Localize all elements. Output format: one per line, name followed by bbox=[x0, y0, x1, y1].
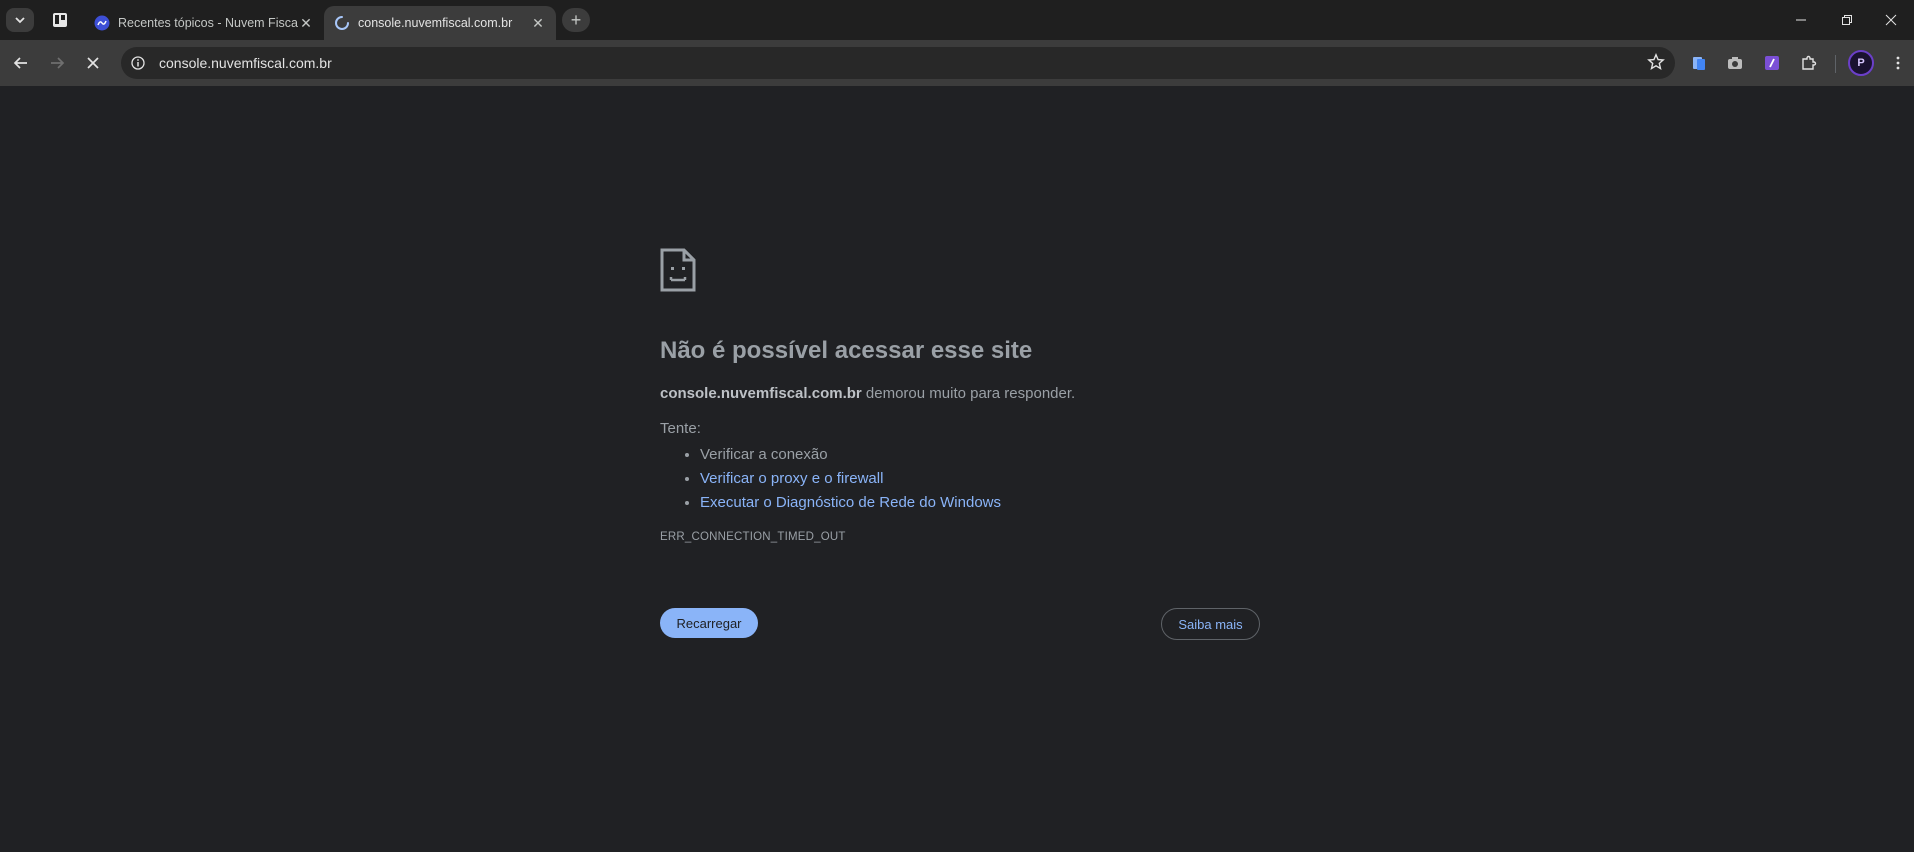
back-button[interactable] bbox=[5, 47, 37, 79]
error-container: Não é possível acessar esse site console… bbox=[660, 248, 1260, 543]
minimize-button[interactable] bbox=[1778, 0, 1824, 40]
restore-icon bbox=[1842, 15, 1852, 25]
suggestion-item: Verificar a conexão bbox=[700, 443, 1260, 467]
arrow-left-icon bbox=[13, 57, 27, 69]
close-window-button[interactable] bbox=[1868, 0, 1914, 40]
minimize-icon bbox=[1796, 19, 1806, 21]
error-summary: console.nuvemfiscal.com.br demorou muito… bbox=[660, 385, 1260, 402]
restore-button[interactable] bbox=[1824, 0, 1870, 40]
stop-loading-button[interactable] bbox=[77, 47, 109, 79]
learn-more-button[interactable]: Saiba mais bbox=[1161, 608, 1260, 640]
extension-docs-button[interactable] bbox=[1683, 47, 1715, 79]
camera-icon bbox=[1728, 57, 1742, 69]
profile-avatar[interactable]: P bbox=[1848, 50, 1874, 76]
extensions-button[interactable] bbox=[1793, 47, 1825, 79]
tab-close-icon[interactable]: ✕ bbox=[530, 15, 546, 32]
extension-purple-button[interactable] bbox=[1756, 47, 1788, 79]
toolbar: console.nuvemfiscal.com.br P bbox=[0, 40, 1914, 86]
bookmark-button[interactable] bbox=[1647, 53, 1665, 76]
tab-console-nuvemfiscal[interactable]: console.nuvemfiscal.com.br ✕ bbox=[324, 6, 556, 40]
close-icon bbox=[87, 57, 99, 69]
profile-initial: P bbox=[1857, 57, 1865, 69]
error-host: console.nuvemfiscal.com.br bbox=[660, 385, 862, 402]
tab-title: console.nuvemfiscal.com.br bbox=[358, 16, 513, 30]
site-info-button[interactable] bbox=[127, 52, 149, 74]
suggestion-check-connection: Verificar a conexão bbox=[700, 446, 828, 463]
error-title: Não é possível acessar esse site bbox=[660, 337, 1033, 364]
error-code: ERR_CONNECTION_TIMED_OUT bbox=[660, 531, 846, 543]
url-text: console.nuvemfiscal.com.br bbox=[159, 55, 332, 71]
error-summary-text: demorou muito para responder. bbox=[861, 385, 1076, 402]
star-icon bbox=[1647, 53, 1665, 70]
purple-extension-icon bbox=[1765, 56, 1779, 70]
puzzle-icon bbox=[1802, 55, 1817, 70]
nuvem-fiscal-icon bbox=[94, 15, 110, 31]
loading-spinner-icon bbox=[335, 16, 349, 30]
chevron-down-icon bbox=[15, 17, 25, 24]
forward-button[interactable] bbox=[41, 47, 73, 79]
sad-page-icon bbox=[660, 248, 696, 292]
reload-button[interactable]: Recarregar bbox=[660, 608, 758, 638]
suggestion-network-diagnostics-link[interactable]: Executar o Diagnóstico de Rede do Window… bbox=[700, 494, 1001, 511]
tab-title: Recentes tópicos - Nuvem Fiscal bbox=[118, 16, 298, 30]
extension-screenshot-button[interactable] bbox=[1719, 47, 1751, 79]
more-vert-icon bbox=[1896, 56, 1900, 70]
close-icon bbox=[1885, 14, 1897, 26]
tab-strip: Recentes tópicos - Nuvem Fiscal ✕ consol… bbox=[0, 0, 1914, 40]
tab-recentes-topicos[interactable]: Recentes tópicos - Nuvem Fiscal ✕ bbox=[84, 6, 324, 40]
arrow-right-icon bbox=[51, 57, 65, 69]
suggestion-item: Verificar o proxy e o firewall bbox=[700, 467, 1260, 491]
info-icon bbox=[131, 56, 145, 70]
address-bar[interactable]: console.nuvemfiscal.com.br bbox=[121, 47, 1675, 79]
suggestions-list: Verificar a conexão Verificar o proxy e … bbox=[660, 443, 1260, 515]
trello-icon bbox=[53, 13, 67, 27]
pinned-tab[interactable] bbox=[42, 6, 78, 34]
suggestions-heading: Tente: bbox=[660, 420, 701, 437]
document-extension-icon bbox=[1693, 57, 1705, 70]
menu-button[interactable] bbox=[1882, 47, 1914, 79]
new-tab-button[interactable]: + bbox=[562, 8, 590, 32]
suggestion-item: Executar o Diagnóstico de Rede do Window… bbox=[700, 491, 1260, 515]
suggestion-check-proxy-link[interactable]: Verificar o proxy e o firewall bbox=[700, 470, 883, 487]
toolbar-divider bbox=[1835, 55, 1836, 73]
plus-icon: + bbox=[570, 9, 582, 30]
tab-search-button[interactable] bbox=[6, 8, 34, 32]
tab-close-icon[interactable]: ✕ bbox=[298, 15, 314, 32]
